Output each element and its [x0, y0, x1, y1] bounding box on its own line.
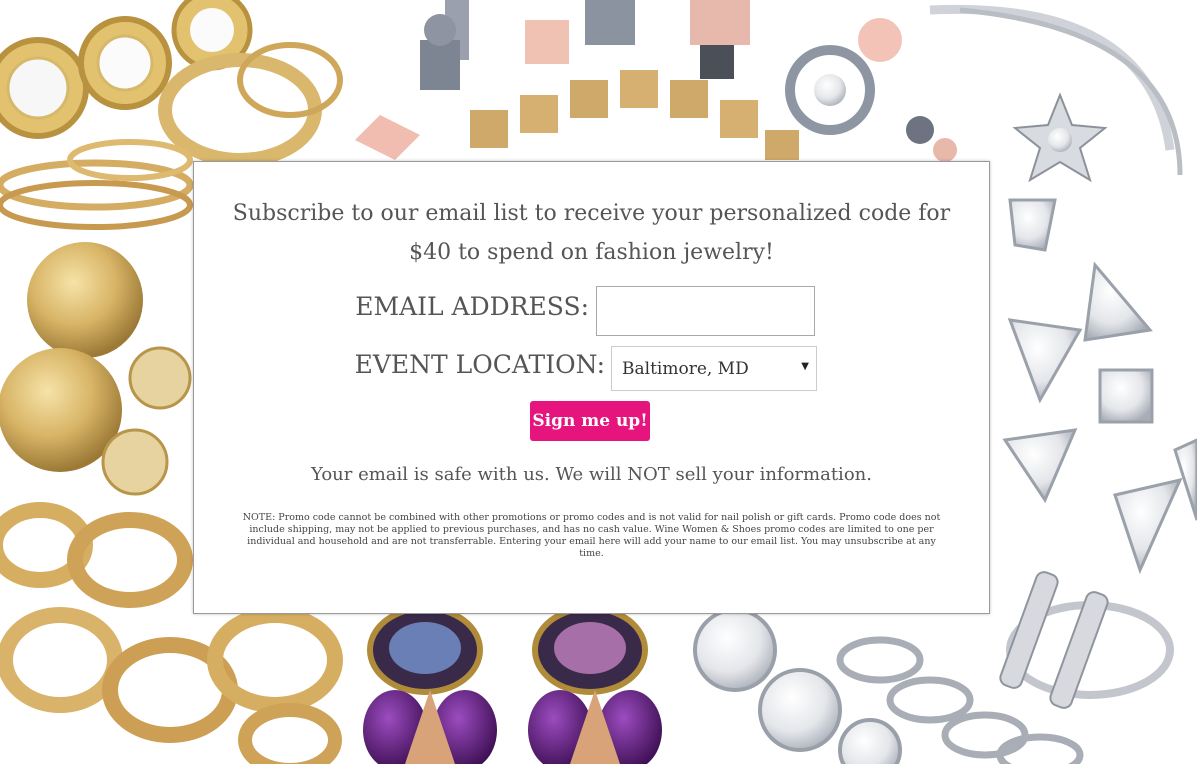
sign-up-button[interactable]: Sign me up! [530, 401, 650, 441]
promo-note: NOTE: Promo code cannot be combined with… [242, 512, 941, 559]
privacy-notice: Your email is safe with us. We will NOT … [311, 464, 872, 485]
event-location-select[interactable]: Baltimore, MD ▼ [611, 346, 817, 391]
signup-headline: Subscribe to our email list to receive y… [232, 201, 951, 265]
email-input[interactable] [596, 286, 815, 336]
event-location-label: EVENT LOCATION: [354, 350, 605, 379]
caret-down-icon: ▼ [801, 361, 809, 372]
event-location-selected: Baltimore, MD [622, 359, 749, 379]
signup-card: Subscribe to our email list to receive y… [193, 161, 990, 614]
email-label: EMAIL ADDRESS: [355, 292, 589, 321]
